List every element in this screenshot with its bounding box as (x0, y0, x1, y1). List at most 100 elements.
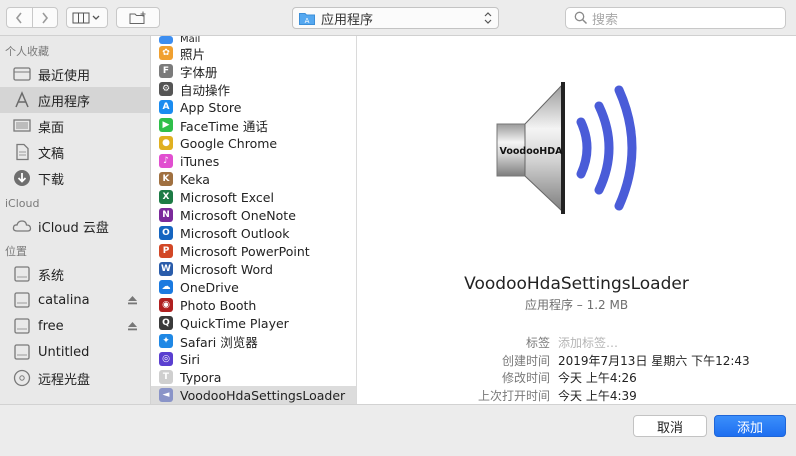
file-row[interactable]: X Microsoft Excel (151, 188, 356, 206)
file-row[interactable]: ✿ 照片 (151, 44, 356, 62)
file-name: Microsoft OneNote (180, 207, 296, 223)
file-row[interactable]: W Microsoft Word (151, 260, 356, 278)
app-icon: A (159, 100, 173, 114)
document-icon (12, 142, 32, 162)
meta-value: 今天 上午4:39 (558, 388, 637, 403)
speaker-app-icon: VoodooHDA (496, 82, 637, 214)
eject-icon[interactable] (127, 295, 138, 305)
disk-icon (12, 316, 32, 336)
forward-button[interactable] (31, 8, 58, 27)
app-icon: ⚙ (159, 82, 173, 96)
file-row[interactable]: O Microsoft Outlook (151, 224, 356, 242)
meta-key: 上次打开时间 (477, 388, 550, 403)
app-icon: ✿ (159, 46, 173, 60)
file-row[interactable]: A App Store (151, 98, 356, 116)
file-row[interactable]: ▶ FaceTime 通话 (151, 116, 356, 134)
sidebar-item-label: Untitled (38, 344, 90, 360)
file-row[interactable]: T Typora (151, 368, 356, 386)
add-button[interactable]: 添加 (714, 415, 786, 437)
sidebar-item-catalina[interactable]: catalina (0, 287, 150, 313)
sidebar-item-label: 桌面 (38, 120, 65, 136)
preview-file-name: VoodooHdaSettingsLoader (464, 274, 689, 294)
sidebar-item-label: 应用程序 (38, 94, 91, 110)
meta-value: 2019年7月13日 星期六 下午12:43 (558, 353, 750, 368)
add-tags-field[interactable]: 添加标签… (558, 334, 618, 351)
sidebar-item-downloads[interactable]: 下载 (0, 165, 150, 191)
cancel-button[interactable]: 取消 (633, 415, 707, 437)
desktop-icon (12, 116, 32, 136)
sidebar-item-label: 远程光盘 (38, 372, 91, 388)
sidebar-item-free[interactable]: free (0, 313, 150, 339)
file-row[interactable]: ♪ iTunes (151, 152, 356, 170)
file-name: Microsoft PowerPoint (180, 243, 310, 259)
app-icon: W (159, 262, 173, 276)
sidebar: 个人收藏 最近使用 应用程序 桌面 文稿 下载 iCloud iCloud 云盘… (0, 36, 151, 404)
file-row[interactable]: F 字体册 (151, 62, 356, 80)
preview-file-kind: 应用程序 – 1.2 MB (524, 298, 629, 312)
optical-disc-icon (12, 368, 32, 388)
file-name: FaceTime 通话 (180, 118, 268, 134)
icon-label: VoodooHDA (500, 146, 564, 157)
file-list: Mail ✿ 照片 F 字体册 ⚙ 自动操作 A App Store ▶ FaceTime 通话 ●… (151, 36, 357, 404)
preview-metadata: 标签 添加标签… 创建时间 2019年7月13日 星期六 下午12:43 修改时… (357, 334, 796, 404)
file-name: OneDrive (180, 279, 239, 295)
sidebar-item-applications[interactable]: 应用程序 (0, 87, 150, 113)
file-row[interactable]: ◎ Siri (151, 350, 356, 368)
sidebar-item-untitled[interactable]: Untitled (0, 339, 150, 365)
file-row[interactable]: ● Google Chrome (151, 134, 356, 152)
search-field[interactable]: 搜索 (565, 7, 786, 29)
file-row[interactable]: Q QuickTime Player (151, 314, 356, 332)
app-icon: ♪ (159, 154, 173, 168)
preview-pane: VoodooHDA VoodooHdaSettingsLoader 应用程序 –… (357, 36, 796, 404)
file-name: 字体册 (180, 64, 218, 80)
sidebar-item-desktop[interactable]: 桌面 (0, 113, 150, 139)
download-icon (12, 168, 32, 188)
file-row[interactable]: ✦ Safari 浏览器 (151, 332, 356, 350)
file-row[interactable]: ⚙ 自动操作 (151, 80, 356, 98)
cloud-icon (12, 216, 32, 236)
location-label: 应用程序 (321, 12, 374, 28)
meta-row-last-opened: 上次打开时间 今天 上午4:39 (357, 387, 796, 405)
meta-row-modified: 修改时间 今天 上午4:26 (357, 369, 796, 387)
sidebar-item-label: 文稿 (38, 146, 65, 162)
file-name: Microsoft Outlook (180, 225, 290, 241)
search-placeholder: 搜索 (592, 12, 619, 28)
file-row[interactable]: N Microsoft OneNote (151, 206, 356, 224)
back-button[interactable] (7, 8, 32, 27)
app-icon: T (159, 370, 173, 384)
eject-icon[interactable] (127, 321, 138, 331)
meta-key: 创建时间 (501, 353, 550, 368)
sidebar-section-favorites: 个人收藏 (5, 45, 49, 58)
location-popup[interactable]: A 应用程序 (292, 7, 499, 29)
sidebar-item-remote-disc[interactable]: 远程光盘 (0, 365, 150, 391)
file-row[interactable]: ◉ Photo Booth (151, 296, 356, 314)
file-row[interactable]: ☁ OneDrive (151, 278, 356, 296)
search-icon (574, 11, 588, 25)
file-row[interactable]: ◄ VoodooHdaSettingsLoader (151, 386, 356, 404)
new-folder-button[interactable] (116, 7, 160, 28)
file-name: App Store (180, 99, 242, 115)
column-view-icon (72, 12, 100, 23)
file-name: Keka (180, 171, 210, 187)
updown-arrows-icon (484, 12, 492, 24)
file-name: iTunes (180, 153, 220, 169)
sidebar-item-label: free (38, 318, 64, 334)
file-row[interactable]: K Keka (151, 170, 356, 188)
applications-icon (12, 90, 32, 110)
dialog-button-bar: 取消 添加 (0, 404, 796, 456)
meta-value: 今天 上午4:26 (558, 371, 637, 385)
sidebar-item-system[interactable]: 系统 (0, 261, 150, 287)
view-mode-button[interactable] (66, 7, 108, 28)
sidebar-item-label: 下载 (38, 172, 65, 188)
sidebar-item-recents[interactable]: 最近使用 (0, 61, 150, 87)
new-folder-icon (129, 11, 146, 24)
meta-row-created: 创建时间 2019年7月13日 星期六 下午12:43 (357, 352, 796, 370)
file-name: 照片 (180, 46, 206, 62)
sidebar-item-icloud-drive[interactable]: iCloud 云盘 (0, 213, 150, 239)
file-row[interactable]: P Microsoft PowerPoint (151, 242, 356, 260)
app-icon: F (159, 64, 173, 78)
svg-text:A: A (305, 17, 310, 25)
app-icon: ◉ (159, 298, 173, 312)
sidebar-item-documents[interactable]: 文稿 (0, 139, 150, 165)
applications-folder-icon: A (299, 12, 315, 25)
